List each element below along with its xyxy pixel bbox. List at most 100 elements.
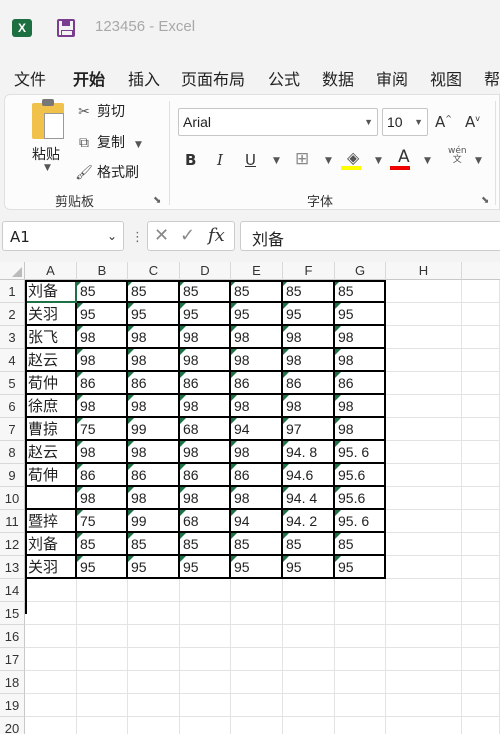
cell[interactable]: 98 bbox=[77, 487, 128, 510]
cell[interactable] bbox=[77, 694, 128, 717]
cell[interactable] bbox=[386, 464, 462, 487]
cell[interactable] bbox=[386, 717, 462, 734]
cell[interactable]: 98 bbox=[283, 349, 335, 372]
cell[interactable]: 85 bbox=[231, 280, 283, 303]
font-color-dropdown-icon[interactable]: ▼ bbox=[424, 156, 431, 166]
fill-color-icon[interactable]: ◈ bbox=[347, 148, 359, 167]
cell[interactable]: 98 bbox=[231, 395, 283, 418]
font-size-select[interactable]: 10 ▼ bbox=[382, 108, 428, 136]
cell[interactable] bbox=[462, 602, 500, 625]
enter-icon[interactable]: ✓ bbox=[180, 225, 195, 246]
cell[interactable] bbox=[462, 303, 500, 326]
cell[interactable]: 98 bbox=[283, 326, 335, 349]
cell[interactable]: 刘备 bbox=[25, 533, 77, 556]
cell[interactable] bbox=[231, 671, 283, 694]
cell[interactable]: 98 bbox=[335, 395, 386, 418]
cell[interactable] bbox=[180, 717, 231, 734]
cell[interactable] bbox=[462, 625, 500, 648]
row-header[interactable]: 8 bbox=[0, 441, 25, 464]
tab-data[interactable]: 数据 bbox=[322, 66, 354, 90]
cell[interactable] bbox=[77, 648, 128, 671]
row-header[interactable]: 13 bbox=[0, 556, 25, 579]
cell[interactable]: 85 bbox=[77, 280, 128, 303]
cell[interactable] bbox=[462, 395, 500, 418]
column-header[interactable]: E bbox=[231, 262, 283, 280]
cell[interactable] bbox=[231, 717, 283, 734]
tab-help[interactable]: 帮 bbox=[484, 66, 500, 90]
cell[interactable]: 94. 4 bbox=[283, 487, 335, 510]
cell[interactable] bbox=[462, 533, 500, 556]
cell[interactable] bbox=[462, 648, 500, 671]
cell[interactable] bbox=[128, 694, 180, 717]
cell[interactable] bbox=[180, 671, 231, 694]
cell[interactable] bbox=[283, 648, 335, 671]
cell[interactable] bbox=[462, 372, 500, 395]
cell[interactable] bbox=[462, 556, 500, 579]
cell[interactable]: 99 bbox=[128, 510, 180, 533]
cell[interactable]: 86 bbox=[231, 372, 283, 395]
cell[interactable] bbox=[128, 648, 180, 671]
cell[interactable]: 95 bbox=[283, 556, 335, 579]
cell[interactable] bbox=[386, 326, 462, 349]
cell[interactable] bbox=[283, 625, 335, 648]
cell[interactable] bbox=[386, 303, 462, 326]
tab-home[interactable]: 开始 bbox=[73, 66, 105, 90]
cell[interactable]: 徐庶 bbox=[25, 395, 77, 418]
copy-button[interactable]: ⧉ 复制 ▼ bbox=[75, 132, 142, 152]
cell[interactable]: 86 bbox=[77, 464, 128, 487]
italic-button[interactable]: I bbox=[217, 151, 223, 169]
cell[interactable] bbox=[386, 533, 462, 556]
row-header[interactable]: 2 bbox=[0, 303, 25, 326]
paste-icon[interactable] bbox=[32, 99, 64, 139]
cell[interactable]: 张飞 bbox=[25, 326, 77, 349]
cell[interactable]: 95 bbox=[180, 556, 231, 579]
cell[interactable] bbox=[335, 717, 386, 734]
cell[interactable]: 86 bbox=[128, 372, 180, 395]
cell[interactable]: 98 bbox=[335, 418, 386, 441]
column-header[interactable]: G bbox=[335, 262, 386, 280]
cell[interactable] bbox=[462, 671, 500, 694]
cell[interactable]: 86 bbox=[128, 464, 180, 487]
cell[interactable]: 赵云 bbox=[25, 349, 77, 372]
row-header[interactable]: 19 bbox=[0, 694, 25, 717]
tab-view[interactable]: 视图 bbox=[430, 66, 462, 90]
cell[interactable] bbox=[25, 671, 77, 694]
cell[interactable] bbox=[462, 694, 500, 717]
cell[interactable]: 95 bbox=[231, 303, 283, 326]
fill-color-dropdown-icon[interactable]: ▼ bbox=[375, 156, 382, 166]
cell[interactable]: 荀伸 bbox=[25, 464, 77, 487]
font-color-icon[interactable]: A bbox=[398, 147, 410, 167]
cell[interactable] bbox=[335, 694, 386, 717]
cell[interactable]: 荀仲 bbox=[25, 372, 77, 395]
cell[interactable] bbox=[462, 464, 500, 487]
tab-insert[interactable]: 插入 bbox=[128, 66, 160, 90]
cell[interactable]: 98 bbox=[231, 349, 283, 372]
cell[interactable]: 关羽 bbox=[25, 556, 77, 579]
cell[interactable]: 98 bbox=[180, 349, 231, 372]
cancel-icon[interactable]: ✕ bbox=[154, 225, 169, 246]
cell[interactable]: 暨捽 bbox=[25, 510, 77, 533]
cell[interactable]: 98 bbox=[77, 441, 128, 464]
cell[interactable]: 99 bbox=[128, 418, 180, 441]
cell[interactable]: 95 bbox=[180, 303, 231, 326]
cell[interactable]: 98 bbox=[180, 395, 231, 418]
paste-dropdown-icon[interactable]: ▼ bbox=[44, 163, 51, 173]
row-header[interactable]: 10 bbox=[0, 487, 25, 510]
row-header[interactable]: 20 bbox=[0, 717, 25, 734]
cell[interactable]: 95 bbox=[335, 556, 386, 579]
cell[interactable]: 94 bbox=[231, 418, 283, 441]
cell[interactable]: 85 bbox=[283, 280, 335, 303]
cell[interactable] bbox=[128, 717, 180, 734]
cell[interactable]: 85 bbox=[231, 533, 283, 556]
cell[interactable] bbox=[25, 648, 77, 671]
cell[interactable] bbox=[386, 418, 462, 441]
cell[interactable] bbox=[128, 671, 180, 694]
formula-input[interactable]: 刘备 bbox=[240, 221, 500, 251]
decrease-font-size-icon[interactable]: Av bbox=[465, 113, 480, 131]
cell[interactable]: 68 bbox=[180, 510, 231, 533]
cell[interactable] bbox=[462, 441, 500, 464]
cell[interactable]: 75 bbox=[77, 418, 128, 441]
cell[interactable]: 98 bbox=[180, 487, 231, 510]
cell[interactable]: 97 bbox=[283, 418, 335, 441]
cell[interactable]: 98 bbox=[77, 395, 128, 418]
